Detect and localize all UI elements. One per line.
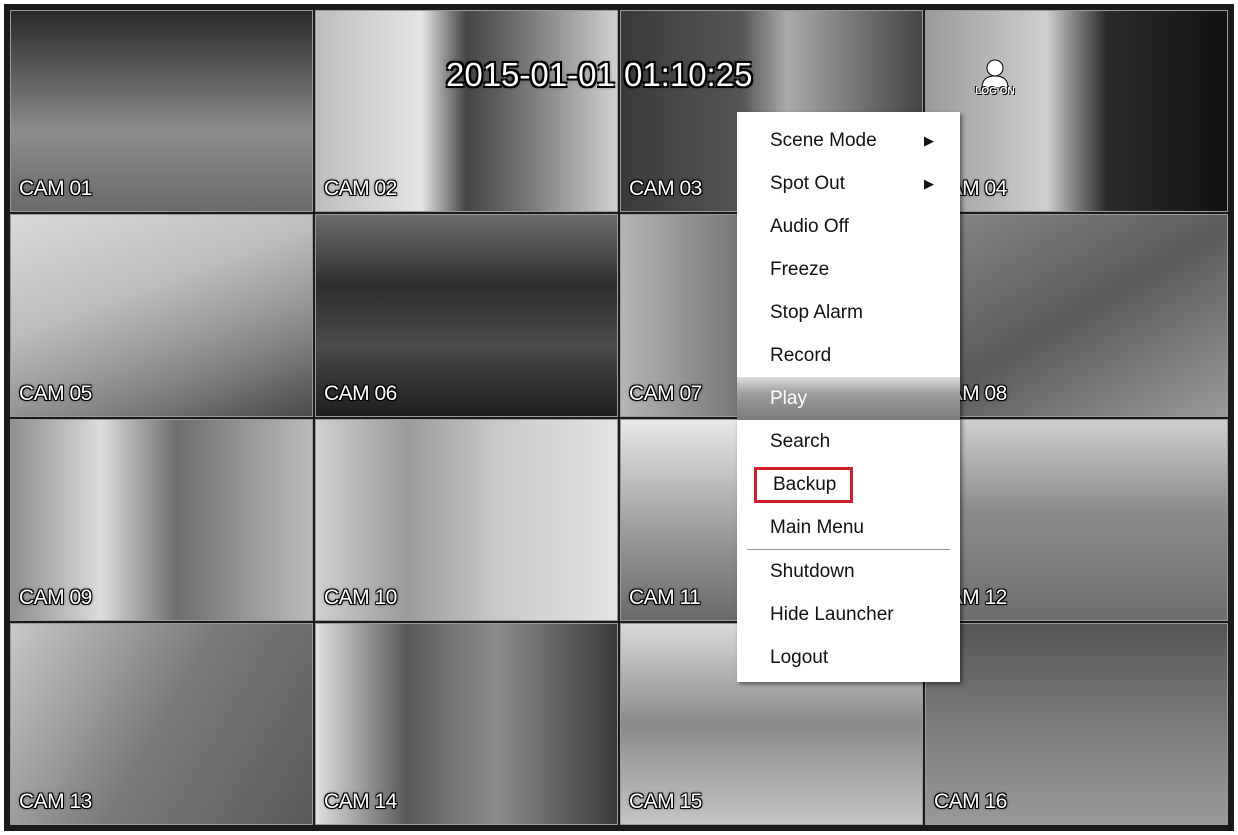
camera-label: CAM 02 [324, 177, 397, 201]
camera-label: CAM 14 [324, 790, 397, 813]
camera-tile[interactable]: CAM 10 [315, 418, 618, 621]
menu-item-logout[interactable]: Logout [737, 636, 960, 679]
menu-item-main-menu[interactable]: Main Menu [737, 506, 960, 549]
camera-label: CAM 07 [629, 381, 702, 405]
camera-tile[interactable]: CAM 14 [315, 622, 618, 825]
camera-label: CAM 13 [19, 790, 92, 813]
camera-label: CAM 01 [19, 177, 92, 201]
menu-item-label: Backup [754, 467, 854, 503]
menu-item-label: Freeze [770, 259, 830, 280]
camera-label: CAM 09 [19, 585, 92, 609]
menu-item-play[interactable]: Play [737, 377, 960, 420]
menu-item-freeze[interactable]: Freeze [737, 248, 960, 291]
menu-item-label: Hide Launcher [770, 604, 894, 625]
menu-item-label: Record [770, 345, 832, 366]
menu-item-spot-out[interactable]: Spot Out ▶ [737, 162, 960, 205]
submenu-arrow-icon: ▶ [924, 133, 934, 148]
menu-item-label: Logout [770, 647, 829, 668]
menu-item-scene-mode[interactable]: Scene Mode ▶ [737, 119, 960, 162]
menu-item-label: Shutdown [770, 561, 855, 582]
menu-item-label: Scene Mode [770, 130, 877, 151]
dvr-live-view: CAM 01 CAM 02 CAM 03 CAM 04 CAM 05 CAM 06 CAM … [4, 4, 1234, 831]
camera-tile[interactable]: CAM 16 [925, 622, 1228, 825]
camera-label: CAM 06 [324, 381, 397, 405]
menu-item-search[interactable]: Search [737, 420, 960, 463]
camera-label: CAM 15 [629, 790, 702, 813]
camera-tile[interactable]: CAM 12 [925, 418, 1228, 621]
menu-item-backup[interactable]: Backup [737, 463, 960, 506]
camera-grid: CAM 01 CAM 02 CAM 03 CAM 04 CAM 05 CAM 06 CAM … [10, 10, 1228, 825]
context-menu: Scene Mode ▶ Spot Out ▶ Audio Off Freeze Stop … [737, 112, 960, 682]
menu-item-label: Stop Alarm [770, 302, 863, 323]
menu-item-hide-launcher[interactable]: Hide Launcher [737, 593, 960, 636]
menu-item-audio-off[interactable]: Audio Off [737, 205, 960, 248]
logon-button[interactable]: LOG ON [970, 58, 1020, 128]
menu-item-stop-alarm[interactable]: Stop Alarm [737, 291, 960, 334]
camera-tile[interactable]: CAM 05 [10, 214, 313, 417]
camera-tile[interactable]: CAM 08 [925, 214, 1228, 417]
camera-tile[interactable]: CAM 13 [10, 622, 313, 825]
camera-tile[interactable]: CAM 09 [10, 418, 313, 621]
menu-item-label: Play [770, 388, 807, 409]
menu-item-label: Search [770, 431, 831, 452]
menu-item-label: Main Menu [770, 517, 864, 538]
menu-item-record[interactable]: Record [737, 334, 960, 377]
camera-label: CAM 11 [629, 585, 701, 609]
logon-label: LOG ON [975, 86, 1015, 97]
timestamp-overlay: 2015-01-01 01:10:25 [446, 56, 753, 93]
menu-item-shutdown[interactable]: Shutdown [737, 550, 960, 593]
camera-label: CAM 10 [324, 585, 397, 609]
camera-label: CAM 16 [934, 790, 1007, 813]
camera-label: CAM 05 [19, 381, 92, 405]
menu-item-label: Spot Out [770, 173, 845, 194]
camera-tile[interactable]: CAM 02 [315, 10, 618, 213]
camera-label: CAM 03 [629, 177, 702, 201]
camera-tile[interactable]: CAM 06 [315, 214, 618, 417]
menu-item-label: Audio Off [770, 216, 849, 237]
camera-tile[interactable]: CAM 01 [10, 10, 313, 213]
submenu-arrow-icon: ▶ [924, 176, 934, 191]
user-icon [970, 58, 1020, 88]
